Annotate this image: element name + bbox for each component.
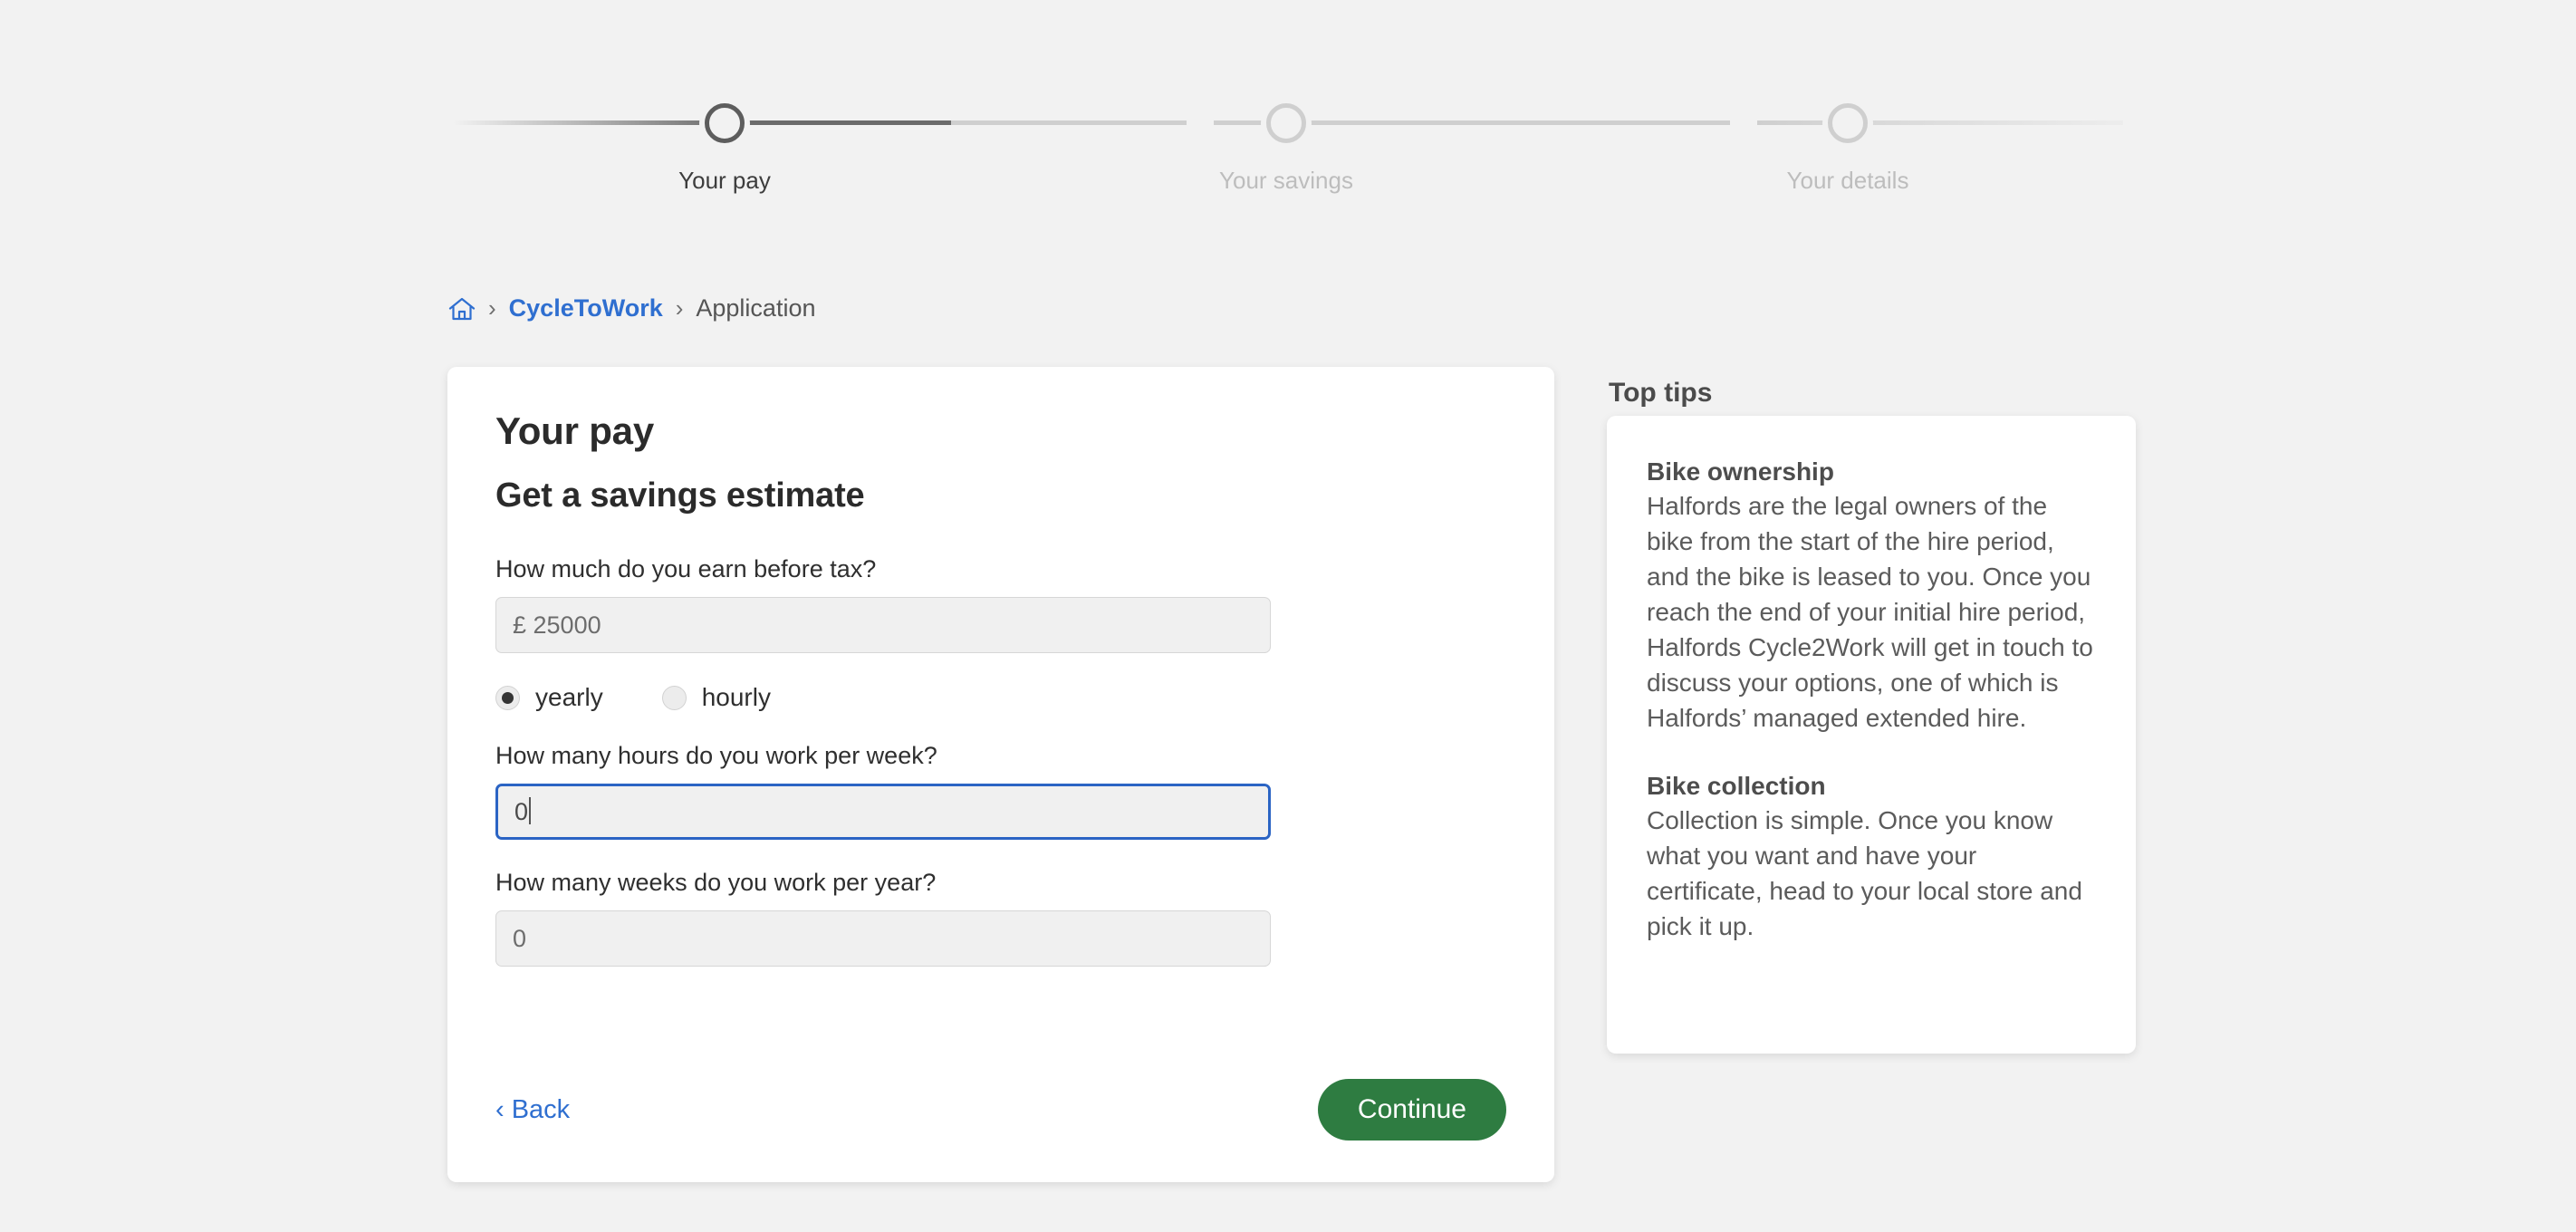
page-title: Your pay: [495, 409, 654, 452]
continue-button[interactable]: Continue: [1317, 1079, 1506, 1141]
radio-yearly-icon[interactable]: [495, 685, 520, 710]
back-button[interactable]: ‹ Back: [495, 1095, 570, 1125]
step-node-your-pay[interactable]: [699, 98, 750, 149]
step-label-your-savings: Your savings: [1219, 167, 1353, 194]
step-circle-icon: [1266, 103, 1306, 143]
step-circle-icon: [1828, 103, 1868, 143]
tip-item: Bike ownership Halfords are the legal ow…: [1647, 457, 2096, 736]
breadcrumb-separator-2: ›: [675, 294, 684, 322]
hours-input[interactable]: 0: [495, 784, 1271, 840]
radio-option-yearly[interactable]: yearly: [495, 683, 603, 712]
savings-estimate-card: Your pay Get a savings estimate How much…: [447, 367, 1554, 1182]
pay-frequency-radio-group: yearly hourly: [495, 683, 1506, 712]
progress-stepper: Your pay Your savings Your details: [0, 80, 2576, 207]
radio-option-hourly[interactable]: hourly: [661, 683, 771, 712]
breadcrumb: › CycleToWork › Application: [448, 294, 815, 322]
card-content: Your pay Get a savings estimate How much…: [447, 367, 1554, 967]
step-label-your-pay: Your pay: [678, 167, 771, 194]
tips-heading: Top tips: [1609, 378, 1713, 408]
stepper-segment-inactive-1: [951, 120, 1187, 125]
tip-title: Bike collection: [1647, 772, 1826, 800]
field-spacer: [495, 840, 1506, 869]
section-subtitle: Get a savings estimate: [495, 476, 865, 515]
step-node-your-details[interactable]: [1822, 98, 1873, 149]
label-weeks: How many weeks do you work per year?: [495, 869, 937, 896]
radio-hourly-icon[interactable]: [661, 685, 687, 710]
step-circle-icon: [705, 103, 745, 143]
home-icon[interactable]: [448, 296, 476, 322]
top-tips-card: Bike ownership Halfords are the legal ow…: [1607, 416, 2136, 1054]
stepper-segment-edge-left: [453, 120, 725, 125]
label-hours: How many hours do you work per week?: [495, 742, 937, 769]
hours-input-value: 0: [514, 798, 529, 825]
label-earnings: How much do you earn before tax?: [495, 555, 877, 582]
step-node-your-savings[interactable]: [1261, 98, 1312, 149]
field-earnings: How much do you earn before tax? £ 25000: [495, 555, 1506, 653]
step-label-your-details: Your details: [1786, 167, 1909, 194]
weeks-input[interactable]: 0: [495, 910, 1271, 967]
stepper-segment-active: [738, 120, 951, 125]
tip-title: Bike ownership: [1647, 457, 1834, 486]
tip-item: Bike collection Collection is simple. On…: [1647, 772, 2096, 944]
breadcrumb-link-cycletowork[interactable]: CycleToWork: [509, 294, 663, 322]
text-cursor: [529, 797, 532, 824]
card-actions: ‹ Back Continue: [447, 1037, 1554, 1182]
breadcrumb-current-application: Application: [696, 294, 816, 322]
tip-body: Collection is simple. Once you know what…: [1647, 806, 2082, 940]
earnings-input[interactable]: £ 25000: [495, 597, 1271, 653]
field-hours: How many hours do you work per week? 0: [495, 742, 1506, 840]
field-weeks: How many weeks do you work per year? 0: [495, 869, 1506, 967]
breadcrumb-separator-1: ›: [488, 294, 496, 322]
radio-label-hourly: hourly: [701, 683, 771, 711]
radio-label-yearly: yearly: [535, 683, 603, 711]
tip-body: Halfords are the legal owners of the bik…: [1647, 492, 2093, 732]
stepper-segment-edge-right: [1757, 120, 2123, 125]
